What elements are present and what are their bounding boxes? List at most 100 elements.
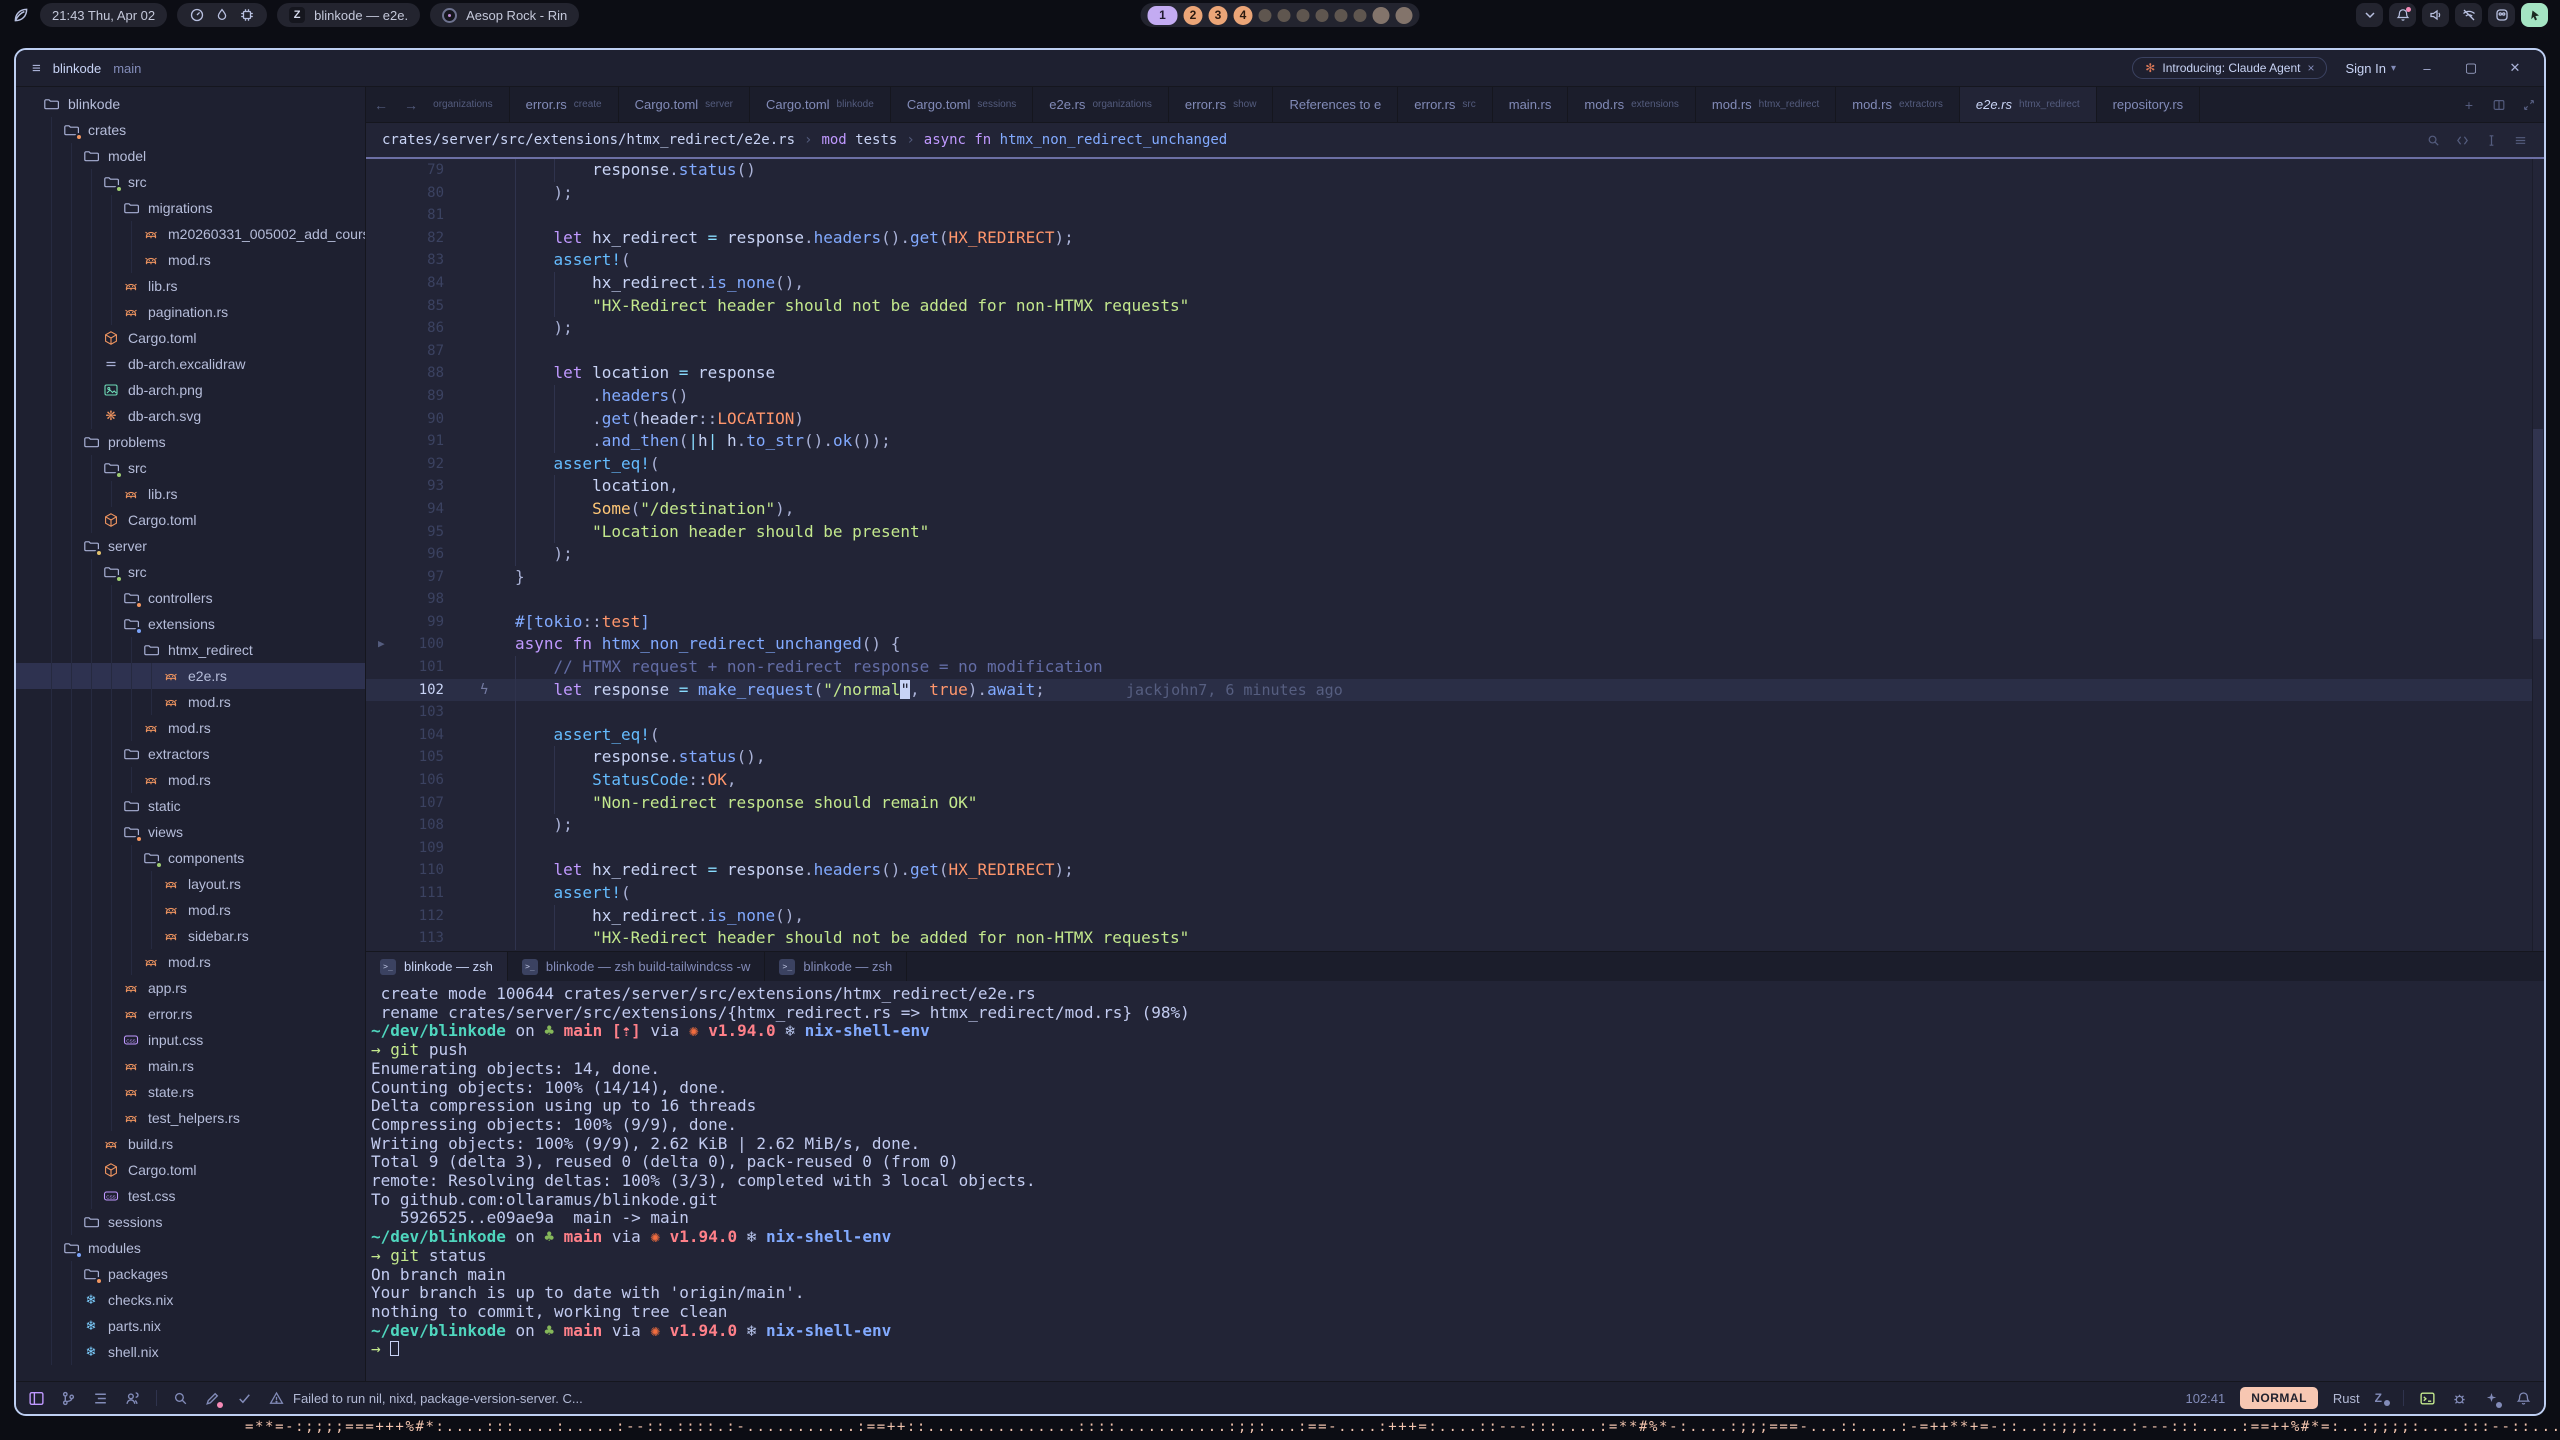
search-icon[interactable] — [172, 1390, 189, 1407]
clock-widget[interactable]: 21:43 Thu, Apr 02 — [40, 3, 167, 27]
code-line[interactable]: 93 location, — [366, 475, 2544, 498]
editor-tab[interactable]: Cargo.tomlblinkode — [750, 87, 891, 122]
check-icon[interactable] — [236, 1390, 253, 1407]
code-line[interactable]: 89 .headers() — [366, 385, 2544, 408]
workspace-dot[interactable] — [1316, 9, 1329, 22]
badge-close-icon[interactable]: × — [2307, 61, 2314, 75]
file-tree-item[interactable]: pagination.rs — [16, 299, 365, 325]
scrollbar-thumb[interactable] — [2533, 429, 2543, 639]
file-tree-item[interactable]: problems — [16, 429, 365, 455]
file-tree-item[interactable]: lib.rs — [16, 481, 365, 507]
file-tree-item[interactable]: src — [16, 455, 365, 481]
code-line[interactable]: 108 ); — [366, 814, 2544, 837]
editor-tab[interactable]: mod.rsextensions — [1568, 87, 1696, 122]
edit-prediction-icon[interactable] — [204, 1390, 221, 1407]
editor-tab[interactable]: mod.rsextractors — [1836, 87, 1960, 122]
file-tree-item[interactable]: Cargo.toml — [16, 1157, 365, 1183]
editor-tab[interactable]: mod.rshtmx_redirect — [1696, 87, 1836, 122]
code-line[interactable]: 86 ); — [366, 317, 2544, 340]
terminal-tab[interactable]: >_blinkode — zsh build-tailwindcss -w — [508, 952, 765, 981]
file-tree-item[interactable]: blinkode — [16, 91, 365, 117]
debug-icon[interactable] — [2451, 1390, 2468, 1407]
code-line[interactable]: 91 .and_then(|h| h.to_str().ok()); — [366, 430, 2544, 453]
editor-tab[interactable]: error.rscreate — [510, 87, 619, 122]
project-name[interactable]: blinkode — [53, 61, 101, 76]
editor-tab[interactable]: repository.rs — [2097, 87, 2201, 122]
file-tree-item[interactable]: Cargo.toml — [16, 507, 365, 533]
code-line[interactable]: 98 — [366, 588, 2544, 611]
editor-scrollbar[interactable] — [2532, 159, 2544, 951]
file-tree-item[interactable]: components — [16, 845, 365, 871]
code-line[interactable]: 95 "Location header should be present" — [366, 521, 2544, 544]
speaker-button[interactable] — [2422, 3, 2449, 27]
file-tree-item[interactable]: layout.rs — [16, 871, 365, 897]
branch-name[interactable]: main — [113, 61, 141, 76]
workspace-dot[interactable] — [1297, 9, 1310, 22]
collab-icon[interactable] — [124, 1390, 141, 1407]
file-tree-item[interactable]: model — [16, 143, 365, 169]
file-tree-item[interactable]: mod.rs — [16, 715, 365, 741]
workspace-number[interactable]: 3 — [1209, 6, 1228, 25]
file-tree-item[interactable]: sessions — [16, 1209, 365, 1235]
code-line[interactable]: 112 hx_redirect.is_none(), — [366, 905, 2544, 928]
file-tree-item[interactable]: static — [16, 793, 365, 819]
code-line[interactable]: 111 assert!( — [366, 882, 2544, 905]
file-tree-item[interactable]: modules — [16, 1235, 365, 1261]
workspace-dot[interactable] — [1354, 9, 1367, 22]
git-branch-icon[interactable] — [60, 1390, 77, 1407]
file-tree-item[interactable]: mod.rs — [16, 897, 365, 923]
code-line[interactable]: 105 response.status(), — [366, 746, 2544, 769]
cursor-position[interactable]: 102:41 — [2185, 1391, 2225, 1406]
lsp-error-status[interactable]: Failed to run nil, nixd, package-version… — [268, 1390, 583, 1407]
app-menu-icon[interactable]: ≡ — [32, 60, 41, 77]
close-button[interactable]: ✕ — [2502, 60, 2528, 76]
editor-tab[interactable]: main.rs — [1493, 87, 1569, 122]
nav-forward-button[interactable]: → — [396, 87, 426, 122]
bell-icon[interactable] — [2515, 1390, 2532, 1407]
file-tree-item[interactable]: extensions — [16, 611, 365, 637]
new-tab-button[interactable]: + — [2454, 87, 2484, 122]
code-line[interactable]: 103 — [366, 701, 2544, 724]
minimize-button[interactable]: – — [2414, 61, 2440, 76]
project-panel[interactable]: blinkodecratesmodelsrcmigrationsm2026033… — [16, 87, 366, 1381]
editor-tab[interactable]: References to e — [1273, 87, 1398, 122]
outline-icon[interactable] — [92, 1390, 109, 1407]
file-tree-item[interactable]: m20260331_005002_add_cours — [16, 221, 365, 247]
claude-agent-badge[interactable]: ✻ Introducing: Claude Agent × — [2132, 57, 2327, 79]
terminal-icon[interactable] — [2419, 1390, 2436, 1407]
editor-tab[interactable]: e2e.rshtmx_redirect — [1960, 87, 2097, 122]
file-tree-item[interactable]: ❋db-arch.svg — [16, 403, 365, 429]
file-tree-item[interactable]: sidebar.rs — [16, 923, 365, 949]
workspace-number[interactable]: 4 — [1234, 6, 1253, 25]
code-line[interactable]: 94 Some("/destination"), — [366, 498, 2544, 521]
code-line[interactable]: 109 — [366, 837, 2544, 860]
search-icon[interactable] — [2426, 133, 2441, 148]
system-monitors-widget[interactable] — [177, 3, 267, 27]
code-line[interactable]: 79 response.status() — [366, 159, 2544, 182]
file-tree-item[interactable]: CSStest.css — [16, 1183, 365, 1209]
sign-in-button[interactable]: Sign In ▾ — [2345, 61, 2396, 76]
project-panel-icon[interactable] — [28, 1390, 45, 1407]
code-editor[interactable]: 79 response.status()80 );8182 let hx_red… — [366, 157, 2544, 951]
bell-button[interactable] — [2389, 3, 2416, 27]
owl-button[interactable] — [2488, 3, 2515, 27]
file-tree-item[interactable]: ❄checks.nix — [16, 1287, 365, 1313]
code-line[interactable]: 101 // HTMX request + non-redirect respo… — [366, 656, 2544, 679]
file-tree-item[interactable]: ❄shell.nix — [16, 1339, 365, 1365]
file-tree-item[interactable]: db-arch.png — [16, 377, 365, 403]
chevron-down-button[interactable] — [2356, 3, 2383, 27]
file-tree-item[interactable]: mod.rs — [16, 247, 365, 273]
terminal-tab[interactable]: >_blinkode — zsh — [366, 952, 508, 981]
workspace-switcher[interactable]: 1234 — [1141, 3, 1420, 27]
code-line[interactable]: 97} — [366, 566, 2544, 589]
file-tree-item[interactable]: mod.rs — [16, 689, 365, 715]
editor-tab[interactable]: error.rssrc — [1398, 87, 1493, 122]
code-line[interactable]: 100▶async fn htmx_non_redirect_unchanged… — [366, 633, 2544, 656]
file-tree-item[interactable]: mod.rs — [16, 767, 365, 793]
code-line[interactable]: 80 ); — [366, 182, 2544, 205]
media-widget[interactable]: Aesop Rock - Rin — [430, 3, 579, 27]
file-tree-item[interactable]: CSSinput.css — [16, 1027, 365, 1053]
text-cursor-icon[interactable] — [2484, 133, 2499, 148]
file-tree-item[interactable]: lib.rs — [16, 273, 365, 299]
code-line[interactable]: 113 "HX-Redirect header should not be ad… — [366, 927, 2544, 950]
